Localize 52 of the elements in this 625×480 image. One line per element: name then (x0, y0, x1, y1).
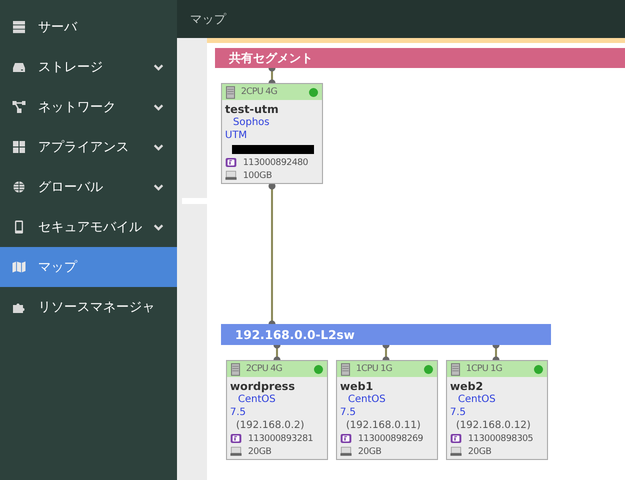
page-title: マップ (190, 10, 226, 28)
server-icon (226, 86, 235, 98)
os-label: CentOS 7.5 (230, 393, 277, 419)
server-card[interactable]: 2CPU 4G wordpress CentOS 7.5 (192.168.0.2) 113000893281 20GB (226, 360, 328, 460)
server-name: web1 (340, 380, 374, 393)
spec-label: 1CPU 1G (466, 364, 504, 374)
id-icon (450, 433, 462, 444)
server-name: web2 (450, 380, 484, 393)
sidebar-item[interactable]: グローバル (0, 167, 177, 207)
network-icon (12, 100, 26, 114)
server-name: wordpress (230, 380, 296, 393)
ip-address: (192.168.0.11) (345, 419, 422, 432)
sidebar-item[interactable]: ストレージ (0, 47, 177, 87)
server-icon (12, 20, 26, 34)
ip-address: (192.168.0.2) (235, 419, 306, 432)
disk-size: 20GB (248, 446, 272, 456)
grid-icon (12, 140, 26, 154)
segment-bar[interactable]: 共有セグメント (215, 48, 625, 68)
sidebar-item[interactable]: サーバ (0, 7, 177, 47)
server-id: 113000893281 (248, 434, 314, 444)
server-icon (231, 362, 240, 376)
ip-address: (192.168.0.12) (455, 419, 532, 432)
os-label: Sophos UTM (225, 116, 270, 142)
sidebar-item[interactable]: リソースマネージャ (0, 287, 177, 327)
server-name: test-utm (225, 103, 280, 116)
server-card[interactable]: 2CPU 4G test-utm Sophos UTM 113000892480 100GB (221, 83, 323, 184)
server-icon (451, 362, 460, 376)
spec-label: 2CPU 4G (241, 87, 278, 97)
os-label: CentOS 7.5 (340, 393, 387, 419)
drive-icon (12, 60, 26, 74)
sidebar-item[interactable]: セキュアモバイル (0, 207, 177, 247)
server-card[interactable]: 1CPU 1G web1 CentOS 7.5 (192.168.0.11) 113000898269 20GB (336, 360, 438, 460)
globe-icon (12, 180, 26, 194)
id-icon (230, 433, 242, 444)
server-id: 113000898305 (468, 434, 534, 444)
sidebar-item[interactable]: ネットワーク (0, 87, 177, 127)
server-id: 113000898269 (358, 434, 424, 444)
server-icon (341, 362, 350, 376)
server-card[interactable]: 1CPU 1G web2 CentOS 7.5 (192.168.0.12) 113000898305 20GB (446, 360, 548, 460)
sidebar-item[interactable]: マップ (0, 247, 177, 287)
disk-size: 100GB (243, 170, 272, 180)
phone-icon (12, 220, 26, 234)
os-label: CentOS 7.5 (450, 393, 497, 419)
id-icon (340, 433, 352, 444)
disk-size: 20GB (468, 446, 492, 456)
id-icon (225, 157, 237, 168)
sidebar-item[interactable]: アプライアンス (0, 127, 177, 167)
spec-label: 1CPU 1G (356, 364, 394, 374)
spec-label: 2CPU 4G (246, 364, 284, 374)
map-icon (12, 260, 26, 274)
server-id: 113000892480 (243, 158, 308, 168)
disk-size: 20GB (358, 446, 382, 456)
